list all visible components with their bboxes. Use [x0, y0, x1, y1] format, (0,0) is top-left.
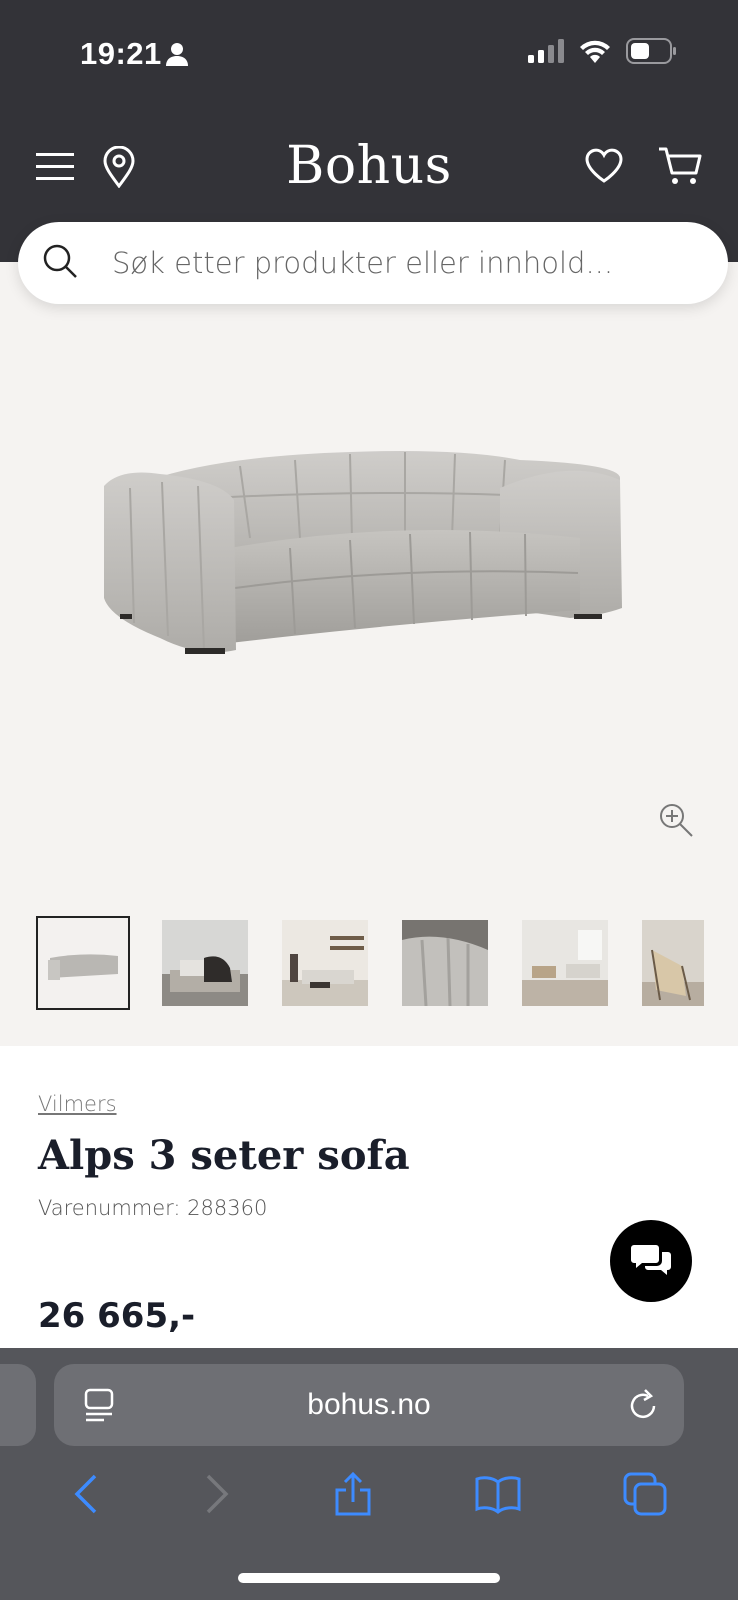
- bookmarks-icon[interactable]: [474, 1474, 522, 1514]
- search-icon[interactable]: [42, 243, 78, 284]
- thumbnail-2[interactable]: [162, 920, 248, 1006]
- person-icon: [166, 42, 188, 71]
- share-icon[interactable]: [333, 1470, 373, 1518]
- thumbnail-strip: [36, 916, 704, 1010]
- browser-toolbar: [0, 1470, 738, 1518]
- chat-button[interactable]: [610, 1220, 692, 1302]
- status-time: 19:21: [80, 36, 162, 71]
- chat-icon: [630, 1241, 672, 1282]
- forward-icon: [202, 1473, 232, 1515]
- thumbnail-1[interactable]: [36, 916, 130, 1010]
- product-sku: Varenummer: 288360: [38, 1196, 268, 1220]
- product-price: 26 665,-: [38, 1296, 196, 1336]
- product-image[interactable]: [100, 438, 640, 673]
- thumbnail-4[interactable]: [402, 920, 488, 1006]
- back-icon[interactable]: [71, 1473, 101, 1515]
- product-gallery: [0, 262, 738, 1046]
- search-input[interactable]: [112, 246, 672, 280]
- battery-icon: [626, 38, 678, 69]
- tabs-icon[interactable]: [623, 1472, 667, 1516]
- brand-link[interactable]: Vilmers: [38, 1092, 117, 1116]
- zoom-in-icon[interactable]: [658, 802, 694, 843]
- cart-icon[interactable]: [658, 146, 702, 186]
- url-text[interactable]: bohus.no: [307, 1388, 430, 1422]
- heart-icon[interactable]: [584, 148, 624, 184]
- reload-icon[interactable]: [628, 1388, 660, 1427]
- thumbnail-6[interactable]: [642, 920, 704, 1006]
- home-indicator[interactable]: [238, 1573, 500, 1583]
- product-info: Vilmers Alps 3 seter sofa Varenummer: 28…: [0, 1046, 738, 1350]
- status-indicators: [528, 38, 678, 69]
- search-bar[interactable]: [18, 222, 728, 304]
- reader-mode-icon[interactable]: [84, 1388, 116, 1427]
- wifi-icon: [578, 38, 612, 69]
- thumbnail-3[interactable]: [282, 920, 368, 1006]
- address-bar[interactable]: bohus.no: [54, 1364, 684, 1446]
- thumbnail-5[interactable]: [522, 920, 608, 1006]
- browser-chrome: bohus.no: [0, 1348, 738, 1600]
- previous-tab[interactable]: [0, 1364, 36, 1446]
- signal-icon: [528, 39, 564, 68]
- product-title: Alps 3 seter sofa: [38, 1132, 410, 1179]
